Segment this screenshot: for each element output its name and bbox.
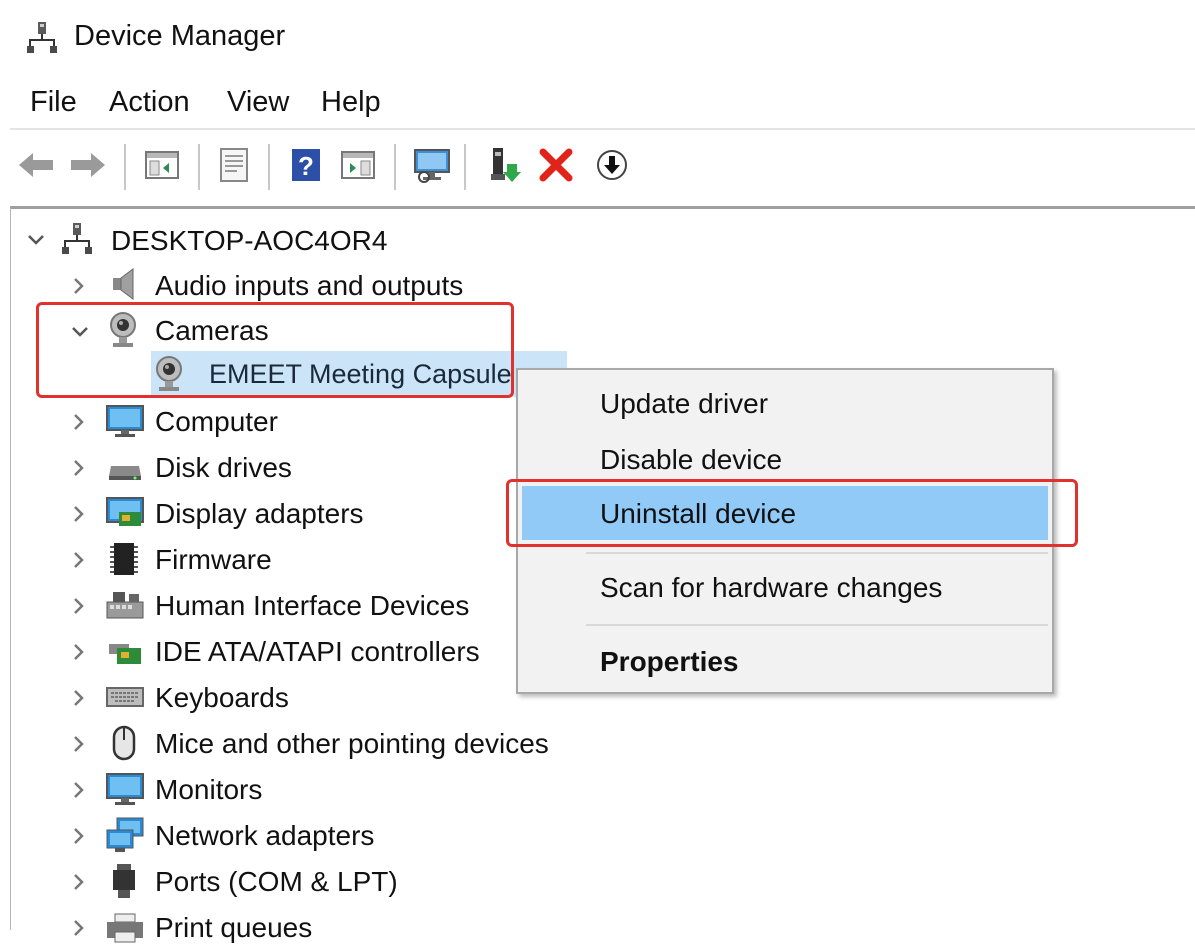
toolbar-separator xyxy=(464,144,466,190)
speaker-icon xyxy=(107,266,147,306)
chevron-down-icon[interactable] xyxy=(28,233,44,247)
computer-tree-icon xyxy=(61,221,101,261)
toolbar-separator xyxy=(268,144,270,190)
chevron-right-icon[interactable] xyxy=(73,552,87,568)
menu-file[interactable]: File xyxy=(30,86,77,119)
menu-divider xyxy=(10,128,1195,130)
tree-item-network-adapters[interactable]: Network adapters xyxy=(11,814,811,858)
printer-icon xyxy=(105,912,145,952)
disk-drive-icon xyxy=(107,454,147,494)
chevron-right-icon[interactable] xyxy=(73,874,87,890)
chevron-right-icon[interactable] xyxy=(73,460,87,476)
chevron-right-icon[interactable] xyxy=(73,644,87,660)
show-hide-console-tree-icon[interactable] xyxy=(142,144,182,186)
tree-item-ports[interactable]: Ports (COM & LPT) xyxy=(11,860,811,904)
ide-controller-icon xyxy=(107,636,147,676)
tree-item-label: Mice and other pointing devices xyxy=(155,728,549,759)
chevron-right-icon[interactable] xyxy=(73,598,87,614)
tree-item-label: Firmware xyxy=(155,544,272,575)
context-item-update-driver[interactable]: Update driver xyxy=(518,376,1052,430)
network-adapter-icon xyxy=(105,816,145,856)
toolbar: ? xyxy=(0,134,1195,200)
context-item-label: Disable device xyxy=(600,444,783,475)
back-icon[interactable] xyxy=(16,144,56,186)
device-manager-icon xyxy=(27,20,57,54)
context-separator xyxy=(586,552,1048,554)
toolbar-separator xyxy=(124,144,126,190)
tree-root-label: DESKTOP-AOC4OR4 xyxy=(111,225,388,256)
chevron-right-icon[interactable] xyxy=(73,506,87,522)
menu-help[interactable]: Help xyxy=(321,86,381,119)
mouse-icon xyxy=(109,724,149,764)
context-item-label: Update driver xyxy=(600,388,769,419)
chevron-right-icon[interactable] xyxy=(73,690,87,706)
display-adapter-icon xyxy=(105,496,145,536)
computer-icon xyxy=(105,404,145,444)
context-item-scan-hardware[interactable]: Scan for hardware changes xyxy=(518,560,1052,614)
toolbar-separator xyxy=(198,144,200,190)
menu-bar: File Action View Help xyxy=(0,80,1195,124)
scan-hardware-icon[interactable] xyxy=(412,144,452,186)
chevron-right-icon[interactable] xyxy=(73,278,87,294)
tree-item-mice[interactable]: Mice and other pointing devices xyxy=(11,722,811,766)
tree-item-label: Audio inputs and outputs xyxy=(155,270,464,301)
tree-root[interactable]: DESKTOP-AOC4OR4 xyxy=(11,219,811,263)
chevron-right-icon[interactable] xyxy=(73,736,87,752)
hid-icon xyxy=(105,590,145,630)
context-separator xyxy=(586,624,1048,626)
action-pane-icon[interactable] xyxy=(338,144,378,186)
context-item-disable-device[interactable]: Disable device xyxy=(518,432,1052,486)
help-icon[interactable]: ? xyxy=(286,144,326,186)
keyboard-icon xyxy=(105,684,145,724)
context-item-label: Scan for hardware changes xyxy=(600,572,943,603)
title-bar: Device Manager xyxy=(0,0,1195,76)
chevron-right-icon[interactable] xyxy=(73,782,87,798)
context-item-properties[interactable]: Properties xyxy=(518,634,1052,688)
tree-item-label: Print queues xyxy=(155,912,313,943)
port-icon xyxy=(109,862,149,902)
tree-item-label: Disk drives xyxy=(155,452,292,483)
monitor-icon xyxy=(105,772,145,812)
chevron-right-icon[interactable] xyxy=(73,828,87,844)
chevron-right-icon[interactable] xyxy=(73,414,87,430)
enable-device-icon[interactable] xyxy=(592,144,632,186)
svg-text:?: ? xyxy=(298,151,314,181)
tree-item-print-queues[interactable]: Print queues xyxy=(11,906,811,950)
update-driver-icon[interactable] xyxy=(484,144,524,186)
context-item-label: Properties xyxy=(600,646,739,677)
menu-view[interactable]: View xyxy=(227,86,289,119)
forward-icon[interactable] xyxy=(68,144,108,186)
tree-item-label: Ports (COM & LPT) xyxy=(155,866,398,897)
uninstall-highlight-box xyxy=(506,479,1078,547)
properties-icon[interactable] xyxy=(214,144,254,186)
chevron-right-icon[interactable] xyxy=(73,920,87,936)
menu-action[interactable]: Action xyxy=(109,86,190,119)
tree-item-label: Computer xyxy=(155,406,278,437)
tree-item-monitors[interactable]: Monitors xyxy=(11,768,811,812)
uninstall-icon[interactable] xyxy=(536,144,576,186)
tree-item-label: IDE ATA/ATAPI controllers xyxy=(155,636,480,667)
window-title: Device Manager xyxy=(74,20,286,52)
tree-item-label: Network adapters xyxy=(155,820,375,851)
tree-item-label: Keyboards xyxy=(155,682,289,713)
tree-item-label: Human Interface Devices xyxy=(155,590,470,621)
toolbar-separator xyxy=(394,144,396,190)
firmware-icon xyxy=(107,540,147,580)
tree-item-label: Display adapters xyxy=(155,498,364,529)
cameras-highlight-box xyxy=(36,302,514,398)
tree-item-label: Monitors xyxy=(155,774,263,805)
